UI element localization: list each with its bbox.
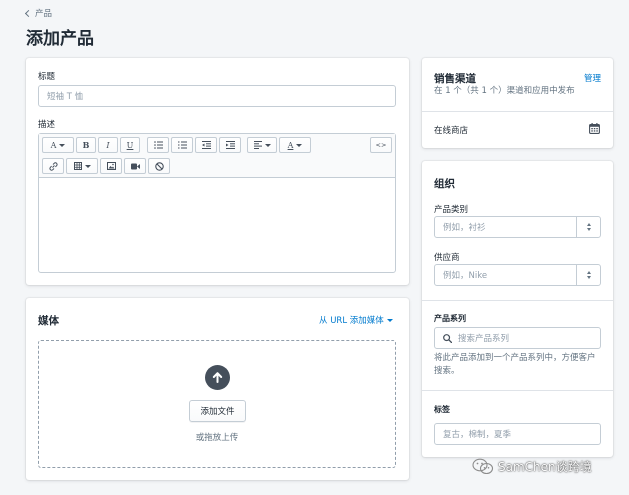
bullet-list-button[interactable] bbox=[147, 137, 169, 153]
chevron-down-icon bbox=[386, 318, 393, 322]
add-from-url-link[interactable]: 从 URL 添加媒体 bbox=[319, 314, 393, 326]
bold-button[interactable]: B bbox=[76, 137, 96, 153]
html-source-button[interactable]: <> bbox=[370, 137, 392, 153]
clear-formatting-icon bbox=[154, 161, 164, 171]
sales-channels-title: 销售渠道 bbox=[434, 73, 476, 85]
insert-image-button[interactable] bbox=[100, 158, 122, 174]
collections-hint: 将此产品添加到一个产品系列中，方便客户搜索。 bbox=[434, 353, 596, 376]
product-type-select[interactable]: 例如，衬衫 bbox=[434, 216, 601, 238]
description-editor[interactable]: A B I U A <> bbox=[38, 133, 396, 273]
sales-channels-divider bbox=[422, 111, 613, 112]
breadcrumb-label: 产品 bbox=[35, 9, 53, 19]
italic-button[interactable]: I bbox=[98, 137, 118, 153]
link-button[interactable] bbox=[42, 158, 64, 174]
upload-icon bbox=[205, 365, 230, 390]
vendor-label: 供应商 bbox=[434, 253, 460, 263]
font-button[interactable]: A bbox=[42, 137, 74, 153]
product-type-label: 产品类别 bbox=[434, 205, 469, 215]
numbered-list-button[interactable] bbox=[171, 137, 193, 153]
collections-search-input[interactable]: 搜索产品系列 bbox=[434, 327, 601, 349]
align-button[interactable] bbox=[247, 137, 277, 153]
organization-card: 组织 产品类别 例如，衬衫 供应商 例如，Nike 产品系列 搜索产品系列 将此… bbox=[422, 161, 613, 457]
page-title: 添加产品 bbox=[26, 29, 94, 49]
select-arrows-icon bbox=[576, 217, 600, 237]
organization-title: 组织 bbox=[434, 178, 455, 190]
search-icon bbox=[443, 333, 452, 343]
description-label: 描述 bbox=[38, 120, 56, 130]
table-icon bbox=[73, 162, 82, 170]
sales-channels-summary: 在 1 个（共 1 个）渠道和应用中发布 bbox=[434, 86, 575, 96]
collections-label: 产品系列 bbox=[434, 314, 466, 323]
wechat-icon bbox=[472, 458, 494, 475]
outdent-icon bbox=[201, 141, 211, 149]
clear-formatting-button[interactable] bbox=[148, 158, 170, 174]
title-placeholder: 短袖 T 恤 bbox=[47, 92, 84, 102]
channel-online-store: 在线商店 bbox=[434, 126, 469, 136]
title-label: 标题 bbox=[38, 72, 56, 82]
vendor-select[interactable]: 例如，Nike bbox=[434, 264, 601, 286]
product-card: 标题 短袖 T 恤 描述 A B I U A <> bbox=[26, 58, 409, 285]
select-arrows-icon bbox=[576, 265, 600, 285]
text-color-button[interactable]: A bbox=[279, 137, 311, 153]
breadcrumb[interactable]: 产品 bbox=[24, 7, 53, 19]
chevron-left-icon bbox=[24, 9, 33, 17]
manage-channels-link[interactable]: 管理 bbox=[584, 72, 601, 84]
numbered-list-icon bbox=[177, 141, 187, 149]
add-file-button[interactable]: 添加文件 bbox=[189, 400, 246, 422]
organization-divider bbox=[422, 300, 613, 301]
video-icon bbox=[130, 163, 140, 169]
media-card: 媒体 从 URL 添加媒体 添加文件 或拖放上传 bbox=[26, 298, 409, 480]
image-icon bbox=[106, 162, 116, 170]
table-button[interactable] bbox=[66, 158, 98, 174]
organization-divider-2 bbox=[422, 390, 613, 391]
tags-label: 标签 bbox=[434, 405, 450, 414]
calendar-icon[interactable] bbox=[589, 123, 600, 134]
insert-video-button[interactable] bbox=[124, 158, 146, 174]
outdent-button[interactable] bbox=[195, 137, 217, 153]
bullet-list-icon bbox=[153, 141, 163, 149]
sales-channels-card: 销售渠道 管理 在 1 个（共 1 个）渠道和应用中发布 在线商店 bbox=[422, 58, 613, 148]
tags-input[interactable]: 复古，棉制，夏季 bbox=[434, 423, 601, 445]
media-title: 媒体 bbox=[38, 315, 59, 327]
title-input[interactable]: 短袖 T 恤 bbox=[38, 85, 396, 107]
link-icon bbox=[48, 161, 58, 171]
media-dropzone[interactable]: 添加文件 或拖放上传 bbox=[38, 340, 396, 468]
underline-button[interactable]: U bbox=[120, 137, 140, 153]
watermark: SamChen谈跨境 bbox=[472, 458, 592, 475]
drop-hint: 或拖放上传 bbox=[195, 433, 239, 443]
indent-icon bbox=[225, 141, 235, 149]
align-left-icon bbox=[253, 141, 262, 149]
indent-button[interactable] bbox=[219, 137, 241, 153]
